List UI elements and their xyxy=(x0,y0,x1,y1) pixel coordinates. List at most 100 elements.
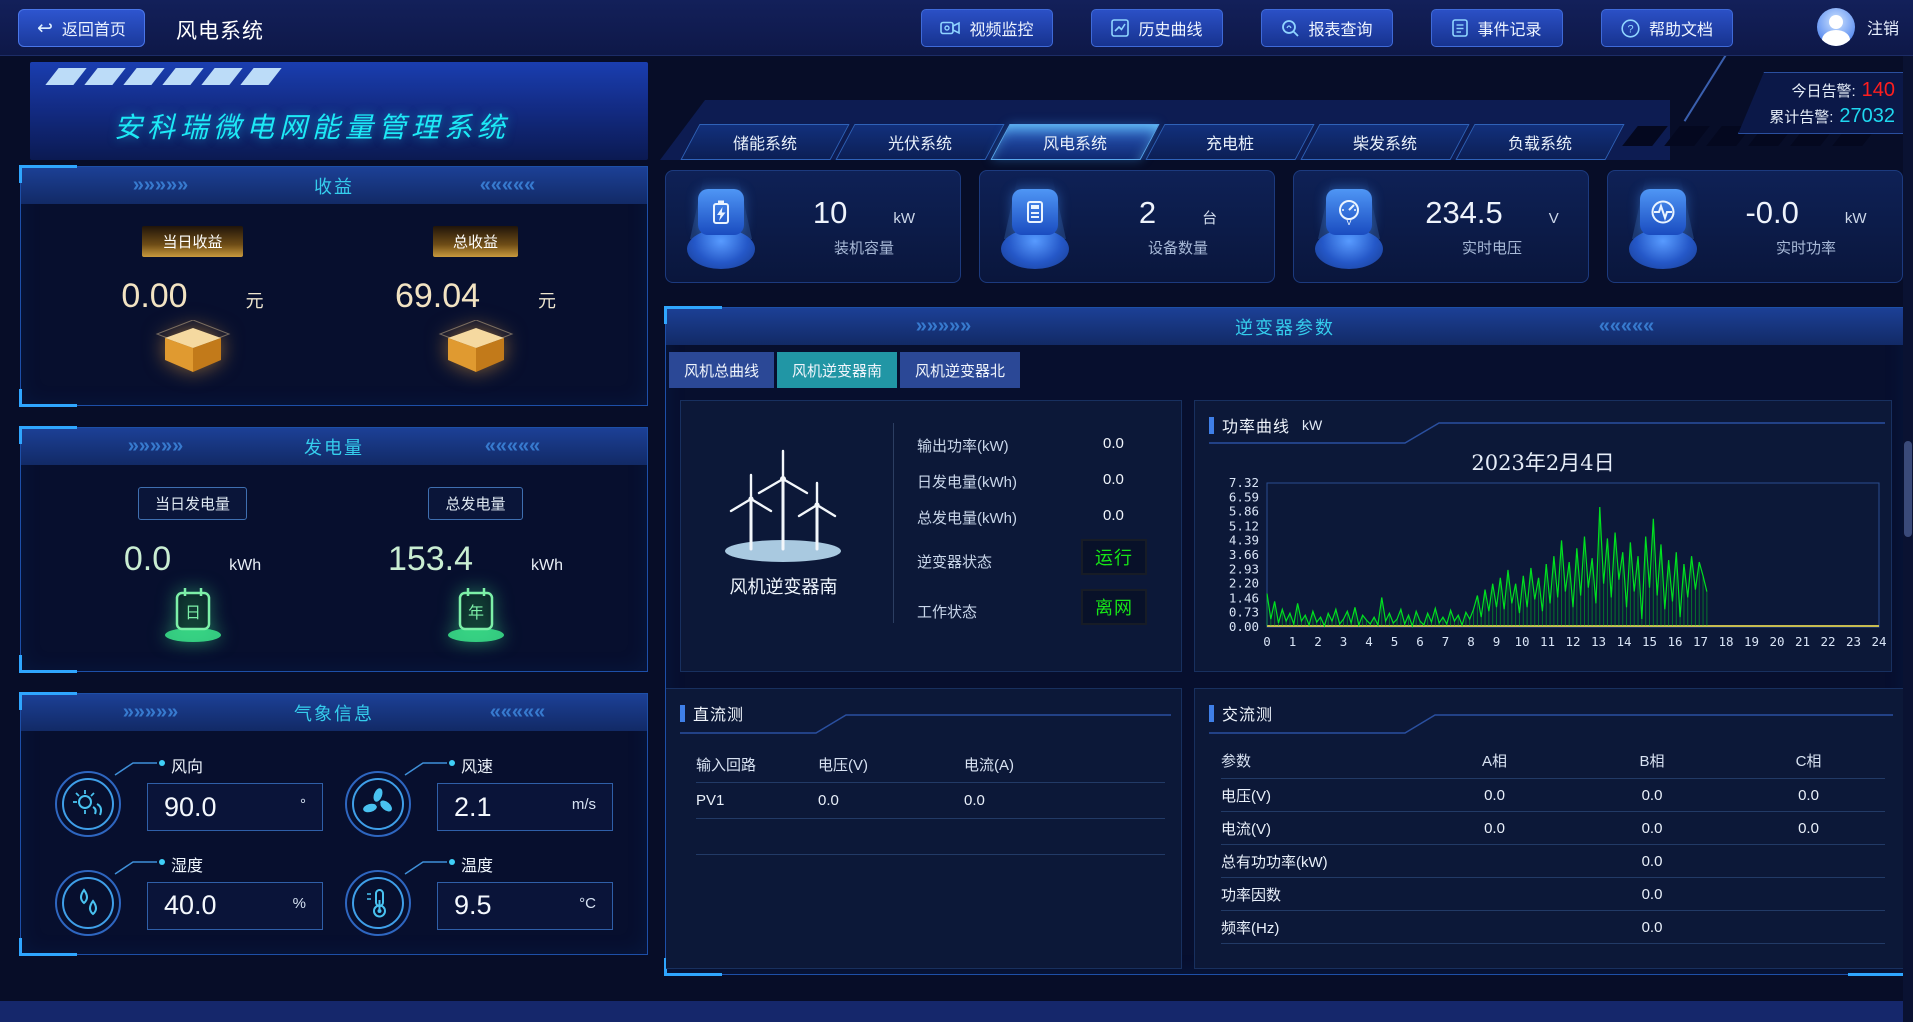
svg-text:年: 年 xyxy=(467,604,483,622)
svg-text:4.39: 4.39 xyxy=(1229,533,1259,548)
inverter-tabs: 风机总曲线 风机逆变器南 风机逆变器北 xyxy=(669,352,1020,388)
back-home-button[interactable]: ↩ 返回首页 xyxy=(18,9,145,47)
svg-text:17: 17 xyxy=(1693,634,1708,649)
realtime-voltage-value: 234.5 xyxy=(1425,195,1503,231)
event-log-icon xyxy=(1452,19,1468,37)
generation-panel-header: »»»»» 发电量 ««««« xyxy=(21,428,647,465)
tab-diesel-system[interactable]: 柴发系统 xyxy=(1300,124,1469,160)
svg-text:5.12: 5.12 xyxy=(1229,518,1259,533)
realtime-voltage-unit: V xyxy=(1549,210,1559,227)
svg-text:21: 21 xyxy=(1795,634,1810,649)
pedestal xyxy=(687,229,755,269)
dc-row-pv1: PV1 0.0 0.0 xyxy=(696,783,1165,819)
daily-revenue-metric: 当日收益 0.00 元 xyxy=(51,226,334,376)
svg-text:3.66: 3.66 xyxy=(1229,547,1259,562)
humidity-value: 40.0 xyxy=(164,890,217,921)
ac-row-active-power: 总有功功率(kW)0.0 xyxy=(1221,845,1885,878)
temperature-item: 温度 9.5 °C xyxy=(339,848,629,947)
help-docs-button[interactable]: ? 帮助文档 xyxy=(1601,9,1733,47)
svg-text:6: 6 xyxy=(1416,634,1424,649)
output-power-row: 输出功率(kW) 0.0 xyxy=(917,435,1167,456)
device-count-card: 2 台 设备数量 xyxy=(979,170,1275,283)
curve-icon xyxy=(1111,19,1129,37)
wind-direction-box: 90.0 ° xyxy=(147,783,323,831)
inverter-panel-header: »»»»» 逆变器参数 ««««« xyxy=(666,308,1904,345)
revenue-panel-title: 收益 xyxy=(300,173,368,199)
link-line xyxy=(403,856,459,876)
wind-speed-box: 2.1 m/s xyxy=(437,783,613,831)
link-line xyxy=(113,856,169,876)
device-count-label: 设备数量 xyxy=(1148,237,1208,258)
tab-load-system[interactable]: 负载系统 xyxy=(1455,124,1624,160)
power-curve-panel: 功率曲线 kW 2023年2月4日 7.326.595.865.124.393.… xyxy=(1194,400,1892,672)
divider xyxy=(893,423,894,623)
wind-direction-label: 风向 xyxy=(171,753,203,777)
svg-text:9: 9 xyxy=(1493,634,1501,649)
realtime-power-value: -0.0 xyxy=(1745,195,1798,231)
dc-measure-panel: 直流测 输入回路 电压(V) 电流(A) PV1 0.0 0.0 xyxy=(666,688,1182,969)
brand-title: 安科瑞微电网能量管理系统 xyxy=(114,106,510,146)
ac-row-current: 电流(V)0.00.00.0 xyxy=(1221,812,1885,845)
svg-text:0.00: 0.00 xyxy=(1229,619,1259,634)
history-curve-button[interactable]: 历史曲线 xyxy=(1091,9,1223,47)
tab-storage-system[interactable]: 储能系统 xyxy=(680,124,849,160)
power-curve-chart: 7.326.595.865.124.393.662.932.201.460.73… xyxy=(1195,401,1893,673)
avatar[interactable] xyxy=(1817,8,1855,46)
tab-charging-pile[interactable]: 充电桩 xyxy=(1145,124,1314,160)
installed-capacity-label: 装机容量 xyxy=(834,237,894,258)
generation-panel: »»»»» 发电量 ««««« 当日发电量 0.0 kWh 日 xyxy=(20,427,648,672)
svg-text:?: ? xyxy=(1627,23,1633,35)
svg-text:14: 14 xyxy=(1616,634,1631,649)
hazard-stripes-icon xyxy=(52,68,275,85)
weather-panel: »»»»» 气象信息 ««««« 风向 90.0 ° xyxy=(20,693,648,955)
wind-power-dashboard: ↩ 返回首页 风电系统 视频监控 历史曲线 报表查询 事件记录 ? xyxy=(0,0,1913,1022)
back-arrow-icon: ↩ xyxy=(37,19,53,38)
event-log-button[interactable]: 事件记录 xyxy=(1431,9,1563,47)
total-revenue-label: 总收益 xyxy=(433,226,518,257)
work-status-badge: 离网 xyxy=(1081,589,1147,625)
chevrons-left-icon: ««««« xyxy=(368,174,647,197)
daily-generation-value: 0.0 xyxy=(124,540,171,579)
device-name: 风机逆变器南 xyxy=(691,573,876,599)
logout-button[interactable]: 注销 xyxy=(1867,15,1899,39)
svg-text:19: 19 xyxy=(1744,634,1759,649)
chevrons-right-icon: »»»»» xyxy=(21,174,300,197)
humidity-unit: % xyxy=(293,895,306,912)
revenue-panel: »»»»» 收益 ««««« 当日收益 0.00 元 总收益 xyxy=(20,166,648,406)
chevrons-left-icon: ««««« xyxy=(388,701,647,724)
ac-row-voltage: 电压(V)0.00.00.0 xyxy=(1221,779,1885,812)
installed-capacity-value: 10 xyxy=(813,195,847,231)
realtime-power-unit: kW xyxy=(1845,210,1867,227)
svg-text:3: 3 xyxy=(1340,634,1348,649)
daily-gen-row: 日发电量(kWh) 0.0 xyxy=(917,471,1167,492)
daily-revenue-unit: 元 xyxy=(246,287,264,313)
user-zone: 注销 xyxy=(1817,8,1899,46)
ac-measure-title: 交流测 xyxy=(1209,701,1273,725)
gold-box-icon xyxy=(155,320,231,376)
video-monitor-button[interactable]: 视频监控 xyxy=(921,9,1053,47)
tab-wind-system[interactable]: 风电系统 xyxy=(990,124,1159,160)
brand-banner: 安科瑞微电网能量管理系统 xyxy=(30,62,648,160)
topbar-actions: 视频监控 历史曲线 报表查询 事件记录 ? 帮助文档 xyxy=(921,9,1733,47)
humidity-label: 湿度 xyxy=(171,852,203,876)
inverter-tab-north[interactable]: 风机逆变器北 xyxy=(900,352,1020,388)
realtime-voltage-label: 实时电压 xyxy=(1462,237,1522,258)
year-calendar-icon: 年 xyxy=(438,581,514,643)
tab-pv-system[interactable]: 光伏系统 xyxy=(835,124,1004,160)
temperature-box: 9.5 °C xyxy=(437,882,613,930)
installed-capacity-unit: kW xyxy=(893,210,915,227)
power-icon xyxy=(1640,189,1686,235)
pedestal xyxy=(1315,229,1383,269)
report-query-button[interactable]: 报表查询 xyxy=(1261,9,1393,47)
inverter-tab-total-curve[interactable]: 风机总曲线 xyxy=(669,352,774,388)
dc-measure-title: 直流测 xyxy=(680,701,744,725)
scrollbar-thumb[interactable] xyxy=(1904,441,1912,537)
svg-text:1: 1 xyxy=(1289,634,1297,649)
svg-text:4: 4 xyxy=(1365,634,1373,649)
back-home-label: 返回首页 xyxy=(62,16,126,40)
inverter-tab-south[interactable]: 风机逆变器南 xyxy=(777,352,897,388)
svg-text:1.46: 1.46 xyxy=(1229,590,1259,605)
devices-icon xyxy=(1012,189,1058,235)
svg-text:2.93: 2.93 xyxy=(1229,561,1259,576)
svg-text:7.32: 7.32 xyxy=(1229,475,1259,490)
